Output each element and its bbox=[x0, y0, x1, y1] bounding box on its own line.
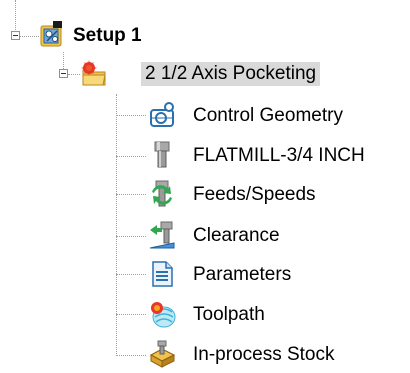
setup-collapse-toggle[interactable] bbox=[11, 31, 20, 40]
control-geometry-icon[interactable] bbox=[148, 101, 176, 129]
operation-tree: Setup 1 2 1/2 Axis Pocketing Control Geo… bbox=[0, 0, 410, 373]
operation-collapse-toggle[interactable] bbox=[59, 69, 68, 78]
toolpath-icon[interactable] bbox=[148, 300, 176, 328]
tree-line bbox=[116, 314, 146, 315]
setup-label[interactable]: Setup 1 bbox=[73, 24, 142, 48]
clearance-icon[interactable] bbox=[148, 221, 176, 249]
clearance-label[interactable]: Clearance bbox=[193, 224, 280, 248]
operation-label[interactable]: 2 1/2 Axis Pocketing bbox=[141, 62, 321, 86]
tree-line bbox=[116, 115, 146, 116]
tree-line bbox=[20, 36, 39, 37]
feeds-speeds-label[interactable]: Feeds/Speeds bbox=[193, 183, 316, 207]
tree-line bbox=[116, 274, 146, 275]
in-process-stock-label[interactable]: In-process Stock bbox=[193, 343, 335, 367]
setup-icon[interactable] bbox=[39, 21, 67, 49]
tree-line bbox=[15, 0, 16, 30]
tree-line bbox=[116, 156, 146, 157]
flatmill-tool-label[interactable]: FLATMILL-3/4 INCH bbox=[193, 144, 365, 168]
tree-line bbox=[116, 194, 146, 195]
flatmill-tool-icon[interactable] bbox=[148, 141, 176, 169]
tree-line bbox=[116, 355, 146, 356]
parameters-label[interactable]: Parameters bbox=[193, 263, 291, 287]
tree-line bbox=[68, 74, 80, 75]
operation-folder-icon[interactable] bbox=[80, 60, 108, 88]
toolpath-label[interactable]: Toolpath bbox=[193, 303, 265, 327]
parameters-icon[interactable] bbox=[148, 260, 176, 288]
tree-line bbox=[116, 94, 117, 356]
in-process-stock-icon[interactable] bbox=[148, 340, 176, 368]
control-geometry-label[interactable]: Control Geometry bbox=[193, 104, 343, 128]
tree-line bbox=[116, 236, 146, 237]
feeds-speeds-icon[interactable] bbox=[148, 180, 176, 208]
